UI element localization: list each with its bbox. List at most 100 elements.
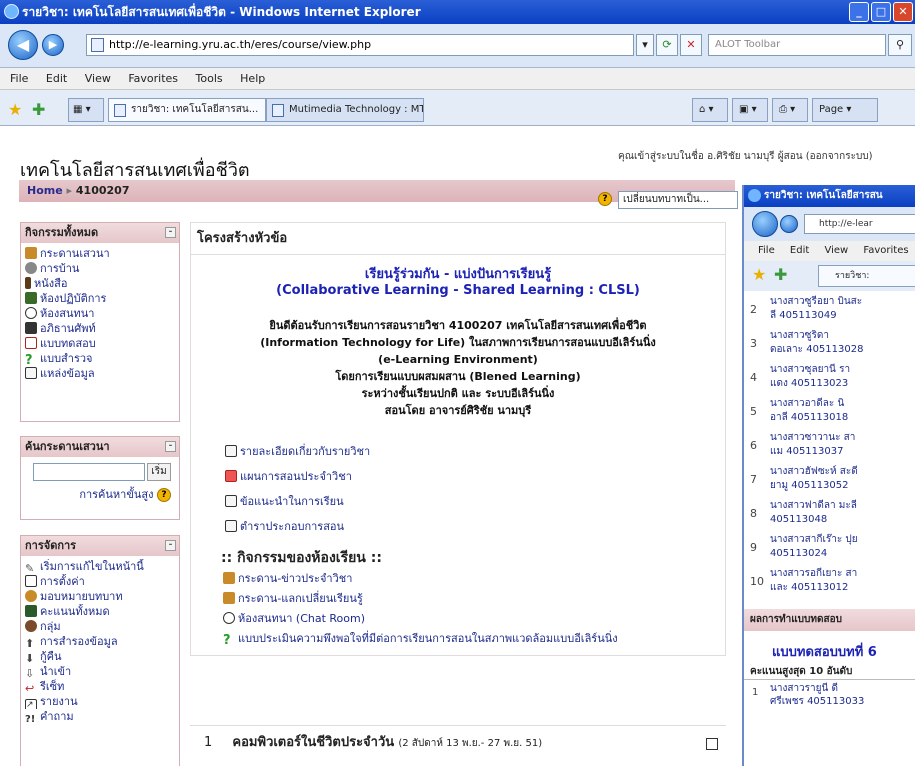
- close-button[interactable]: ✕: [893, 2, 913, 22]
- admin-turn-editing-on[interactable]: ✎ เริ่มการแก้ไขในหน้านี้: [25, 559, 179, 574]
- list-item[interactable]: 6 นางสาวซาวานะ สา แม 405113037: [750, 431, 915, 465]
- admin-backup[interactable]: ⬆ การสำรองข้อมูล: [25, 634, 179, 649]
- help-icon[interactable]: ?: [157, 488, 171, 502]
- menu-favorites[interactable]: Favorites: [863, 245, 908, 256]
- list-item[interactable]: 3 นางสาวซูริดา ดอเลาะ 405113028: [750, 329, 915, 363]
- menu-favorites[interactable]: Favorites: [128, 72, 178, 85]
- tab-course[interactable]: รายวิชา: เทคโนโลยีสารสน...: [108, 98, 266, 122]
- collapse-icon[interactable]: -: [165, 227, 176, 238]
- feeds-icon[interactable]: ▣ ▾: [732, 98, 768, 122]
- activity-survey[interactable]: ? แบบสำรวจ: [25, 351, 179, 366]
- help-icon[interactable]: ?: [598, 192, 612, 206]
- menu-edit[interactable]: Edit: [790, 245, 809, 256]
- top-score-item[interactable]: 1 นางสาวรายูนี ดี ศรีเพชร 405113033: [744, 680, 915, 710]
- overlay-url-input[interactable]: http://e-lear: [804, 214, 915, 234]
- admin-settings[interactable]: การตั้งค่า: [25, 574, 179, 589]
- list-item[interactable]: 10 นางสาวรอกีเยาะ สา และ 405113012: [750, 567, 915, 601]
- activity-resource[interactable]: แหล่งข้อมูล: [25, 366, 179, 381]
- survey-icon: ?: [25, 353, 33, 366]
- page-icon: [272, 104, 284, 117]
- add-favorites-icon[interactable]: ✚: [32, 100, 45, 119]
- forum-search-input[interactable]: [33, 463, 145, 481]
- favorites-star-icon[interactable]: ★: [8, 100, 22, 119]
- activity-workshop[interactable]: ห้องปฏิบัติการ: [25, 291, 179, 306]
- admin-reset[interactable]: ↩ รีเซ็ท: [25, 679, 179, 694]
- menu-file[interactable]: File: [758, 245, 775, 256]
- add-favorites-icon[interactable]: ✚: [774, 265, 787, 284]
- list-item[interactable]: 8 นางสาวฟาดีลา มะลี 405113048: [750, 499, 915, 533]
- activity-book[interactable]: หนังสือ: [25, 276, 179, 291]
- admin-reports[interactable]: ↗ รายงาน: [25, 694, 179, 709]
- back-button[interactable]: [752, 211, 778, 237]
- intro-line: (Information Technology for Life) ในสภาพ…: [260, 336, 656, 349]
- page-menu[interactable]: Page ▾: [812, 98, 878, 122]
- back-button[interactable]: ◀: [8, 30, 38, 60]
- menu-bar: File Edit View Favorites Tools Help: [0, 68, 915, 90]
- admin-assign-roles[interactable]: มอบหมายบทบาท: [25, 589, 179, 604]
- search-icon[interactable]: ⚲: [888, 34, 912, 56]
- activity-news-forum[interactable]: กระดาน-ข่าวประจำวิชา: [191, 569, 725, 589]
- stop-icon[interactable]: ✕: [680, 34, 702, 56]
- activity-satisfaction-survey[interactable]: ? แบบประเมินความพึงพอใจที่มีต่อการเรียนกา…: [191, 629, 725, 649]
- resource-lesson-plan[interactable]: แผนการสอนประจำวิชา: [225, 464, 725, 489]
- menu-tools[interactable]: Tools: [196, 72, 223, 85]
- menu-view[interactable]: View: [85, 72, 111, 85]
- quick-tabs-button[interactable]: ▦ ▾: [68, 98, 104, 122]
- forward-button[interactable]: [780, 215, 798, 233]
- forward-button[interactable]: ▶: [42, 34, 64, 56]
- favorites-star-icon[interactable]: ★: [752, 265, 766, 284]
- maximize-button[interactable]: □: [871, 2, 891, 22]
- activity-glossary[interactable]: อภิธานศัพท์: [25, 321, 179, 336]
- overlay-menu-bar: File Edit View Favorites: [744, 241, 915, 261]
- page-icon: [114, 104, 126, 117]
- menu-help[interactable]: Help: [240, 72, 265, 85]
- search-input[interactable]: ALOT Toolbar: [708, 34, 886, 56]
- tab-multimedia[interactable]: Mutimedia Technology : MT-Y...: [266, 98, 424, 122]
- resource-textbook[interactable]: ตำราประกอบการสอน: [225, 514, 725, 539]
- forum-icon: [223, 572, 235, 584]
- show-only-topic-checkbox[interactable]: [706, 738, 718, 750]
- list-item[interactable]: 9 นางสาวสากีเร๊าะ ปุย 405113024: [750, 533, 915, 567]
- print-icon[interactable]: ⎙ ▾: [772, 98, 808, 122]
- overlay-tab[interactable]: รายวิชา:: [818, 265, 915, 287]
- forum-icon: [223, 592, 235, 604]
- home-icon[interactable]: ⌂ ▾: [692, 98, 728, 122]
- list-item[interactable]: 4 นางสาวซุลยานี รา แดง 405113023: [750, 363, 915, 397]
- menu-edit[interactable]: Edit: [46, 72, 67, 85]
- admin-questions[interactable]: ?! คำถาม: [25, 709, 179, 724]
- admin-groups[interactable]: กลุ่ม: [25, 619, 179, 634]
- collapse-icon[interactable]: -: [165, 540, 176, 551]
- url-dropdown-icon[interactable]: ▾: [636, 34, 654, 56]
- ie-window: รายวิชา: เทคโนโลยีสารสนเทศเพื่อชีวิต - W…: [0, 0, 915, 766]
- activity-chat[interactable]: ห้องสนทนา: [25, 306, 179, 321]
- admin-restore[interactable]: ⬇ กู้คืน: [25, 649, 179, 664]
- address-bar-row: ◀ ▶ http://e-learning.yru.ac.th/eres/cou…: [0, 24, 915, 68]
- admin-grades[interactable]: คะแนนทั้งหมด: [25, 604, 179, 619]
- quiz-icon: [25, 337, 37, 349]
- activity-forum[interactable]: กระดานเสวนา: [25, 246, 179, 261]
- login-info[interactable]: คุณเข้าสู่ระบบในชื่อ อ.ศิริชัย นามบุรี ผ…: [618, 149, 873, 164]
- collapse-icon[interactable]: -: [165, 441, 176, 452]
- role-select[interactable]: เปลี่ยนบทบาทเป็น...: [618, 191, 738, 209]
- activity-quiz[interactable]: แบบทดสอบ: [25, 336, 179, 351]
- menu-file[interactable]: File: [10, 72, 28, 85]
- search-go-button[interactable]: เริ่ม: [147, 463, 171, 481]
- menu-view[interactable]: View: [824, 245, 848, 256]
- list-item[interactable]: 7 นางสาวฮัฟซะห์ สะดี ยามู 405113052: [750, 465, 915, 499]
- quiz-title[interactable]: แบบทดสอบบทที่ 6: [744, 631, 915, 662]
- topic-section: 1 คอมพิวเตอร์ในชีวิตประจำวัน (2 สัปดาห์ …: [190, 725, 726, 766]
- advanced-search-link[interactable]: การค้นหาขั้นสูง ?: [21, 481, 179, 503]
- refresh-icon[interactable]: ⟳: [656, 34, 678, 56]
- admin-import[interactable]: ⇩ นำเข้า: [25, 664, 179, 679]
- list-item[interactable]: 5 นางสาวอาดีละ นิ อาลี 405113018: [750, 397, 915, 431]
- breadcrumb-home[interactable]: Home: [27, 184, 63, 197]
- activity-chat-room[interactable]: ห้องสนทนา (Chat Room): [191, 609, 725, 629]
- url-input[interactable]: http://e-learning.yru.ac.th/eres/course/…: [86, 34, 634, 56]
- resource-study-guide[interactable]: ข้อแนะนำในการเรียน: [225, 489, 725, 514]
- resource-course-details[interactable]: รายละเอียดเกี่ยวกับรายวิชา: [225, 439, 725, 464]
- activity-exchange-forum[interactable]: กระดาน-แลกเปลี่ยนเรียนรู้: [191, 589, 725, 609]
- list-item[interactable]: 2 นางสาวซูรีอยา บินสะ ลี 405113049: [750, 295, 915, 329]
- activity-assignment[interactable]: การบ้าน: [25, 261, 179, 276]
- intro-line: ระหว่างชั้นเรียนปกติ และ ระบบอีเลิร์นนิ่…: [361, 387, 555, 400]
- minimize-button[interactable]: _: [849, 2, 869, 22]
